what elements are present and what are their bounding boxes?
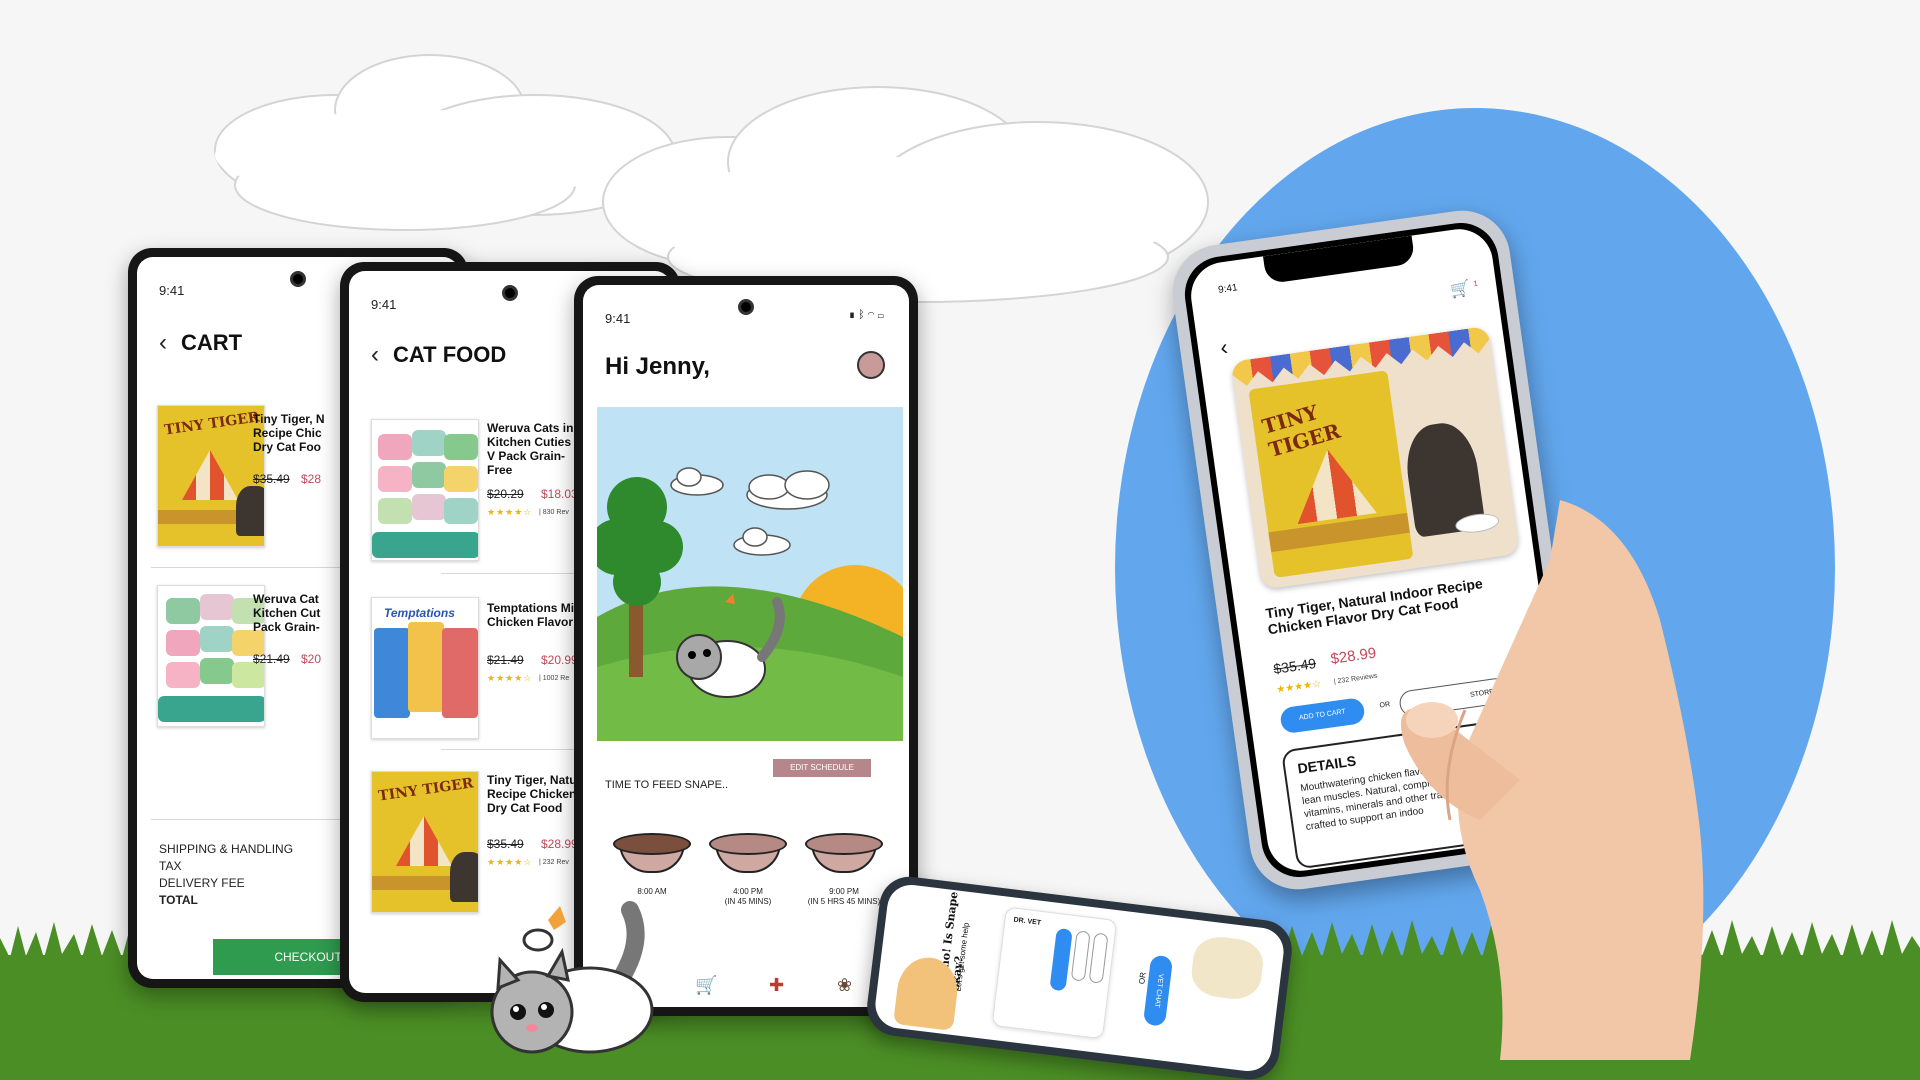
product-image-2[interactable]: Temptations — [371, 597, 479, 739]
cart-icon[interactable]: 🛒 — [1449, 278, 1472, 301]
review-count-1: | 830 Rev — [539, 509, 569, 516]
vet-character — [1188, 933, 1266, 1002]
product-name-2[interactable]: Temptations Mi Chicken Flavor — [487, 601, 577, 629]
product-name-1[interactable]: Weruva Cats in Kitchen Cuties V Pack Gra… — [487, 421, 577, 477]
product-image-3[interactable]: TINY TIGER — [371, 771, 479, 913]
hand-illustration — [1400, 500, 1704, 1060]
summary-total: TOTAL — [159, 893, 198, 907]
edit-schedule-button[interactable]: EDIT SCHEDULE — [773, 759, 871, 777]
battery-icon: ▭ — [877, 309, 887, 321]
product-old-price: $35.49 — [1272, 655, 1318, 677]
product-new-price-2: $20.99 — [541, 653, 578, 667]
product-new-price-1: $18.03 — [541, 487, 578, 501]
brand-logo: Temptations — [384, 606, 455, 620]
vet-option-button[interactable] — [1070, 930, 1091, 982]
vet-chat-button[interactable]: VET CHAT — [1142, 954, 1174, 1027]
summary-tax: TAX — [159, 859, 182, 873]
product-old-price-1: $20.29 — [487, 487, 524, 501]
status-time: 9:41 — [605, 311, 631, 326]
camera-hole — [502, 285, 518, 301]
product-image-1[interactable] — [371, 419, 479, 561]
page-title: CAT FOOD — [393, 342, 507, 367]
vet-kit-icon[interactable]: ✚ — [769, 975, 784, 996]
paw-icon[interactable]: ❀ — [837, 975, 852, 996]
wifi-icon: ◠ — [867, 309, 878, 321]
cart-item-image-2[interactable] — [157, 585, 265, 727]
cart-item-new-price-2: $20 — [301, 652, 322, 666]
product-new-price-3: $28.99 — [541, 837, 578, 851]
status-icons: ▮ᛒ◠▭ — [849, 309, 887, 321]
greeting: Hi Jenny, — [605, 353, 710, 380]
home-screen: 9:41 ▮ᛒ◠▭ Hi Jenny, EDIT SCHEDULE TIME T… — [583, 285, 909, 1007]
signal-icon: ▮ — [848, 309, 859, 321]
rating-stars: ★★★★☆ — [1275, 678, 1322, 696]
vet-name: DR. VET — [1013, 916, 1042, 927]
notch — [1263, 235, 1416, 285]
page-title: CART — [181, 330, 243, 355]
cart-icon[interactable]: 🛒 — [695, 975, 717, 996]
feed-prompt: TIME TO FEED SNAPE.. — [605, 779, 729, 791]
cart-item-image-1[interactable]: TINY TIGER — [157, 405, 265, 547]
review-count-2: | 1002 Re — [539, 675, 570, 682]
bowl-2-label: 4:00 PM (IN 45 MINS) — [724, 887, 772, 906]
cart-count-badge: 1 — [1472, 278, 1479, 289]
cart-item-old-price-1: $35.49 — [253, 472, 290, 486]
add-to-cart-button[interactable]: ADD TO CART — [1279, 696, 1366, 735]
status-time: 9:41 — [159, 283, 185, 298]
cart-item-name-2[interactable]: Weruva Cat Kitchen Cut Pack Grain- — [253, 592, 343, 634]
cart-item-old-price-2: $21.49 — [253, 652, 290, 666]
butterfly-icon — [548, 906, 566, 930]
cat-graphic — [450, 852, 478, 902]
bowl-2-empty[interactable] — [709, 833, 787, 875]
summary-delivery: DELIVERY FEE — [159, 876, 245, 890]
camera-hole — [738, 299, 754, 315]
cart-item-name-1[interactable]: Tiny Tiger, N Recipe Chic Dry Cat Foo — [253, 412, 343, 454]
profile-avatar-icon[interactable] — [857, 351, 885, 379]
tent-graphic — [396, 816, 452, 866]
cat-food-header: ‹ CAT FOOD — [371, 341, 506, 369]
status-time: 9:41 — [1217, 282, 1239, 296]
back-arrow-icon[interactable]: ‹ — [1219, 334, 1230, 361]
vet-option-button[interactable] — [1088, 932, 1109, 984]
bag-logo: TINY TIGER — [163, 409, 261, 439]
cart-header: ‹ CART — [159, 329, 242, 357]
or-label: OR — [1137, 971, 1148, 985]
status-time: 9:41 — [371, 297, 397, 312]
rating-stars: ★★★★☆ — [487, 673, 533, 683]
product-name-3[interactable]: Tiny Tiger, Natu Recipe Chicken Dry Cat … — [487, 773, 577, 815]
cat-graphic — [236, 486, 264, 536]
bowl-1-full[interactable] — [613, 833, 691, 875]
vet-card[interactable]: DR. VET — [991, 906, 1118, 1040]
cart-item-new-price-1: $28 — [301, 472, 322, 486]
review-count-3: | 232 Rev — [539, 859, 569, 866]
bowl-3-empty[interactable] — [805, 833, 883, 875]
rating-stars: ★★★★☆ — [487, 857, 533, 867]
bowl-1-label: 8:00 AM — [637, 887, 667, 896]
cat-mascot — [490, 901, 654, 1054]
back-arrow-icon[interactable]: ‹ — [159, 329, 167, 357]
camera-hole — [290, 271, 306, 287]
tent-graphic — [182, 450, 238, 500]
rating-stars: ★★★★☆ — [487, 507, 533, 517]
product-old-price-3: $35.49 — [487, 837, 524, 851]
vet-option-button[interactable] — [1049, 927, 1073, 992]
bluetooth-icon: ᛒ — [858, 309, 868, 321]
back-arrow-icon[interactable]: ‹ — [371, 341, 379, 369]
pet-illustration — [597, 407, 903, 741]
bag-logo: TINY TIGER — [377, 775, 475, 805]
summary-shipping: SHIPPING & HANDLING — [159, 842, 294, 856]
product-old-price-2: $21.49 — [487, 653, 524, 667]
order-summary: SHIPPING & HANDLING TAX DELIVERY FEE TOT… — [159, 841, 293, 909]
